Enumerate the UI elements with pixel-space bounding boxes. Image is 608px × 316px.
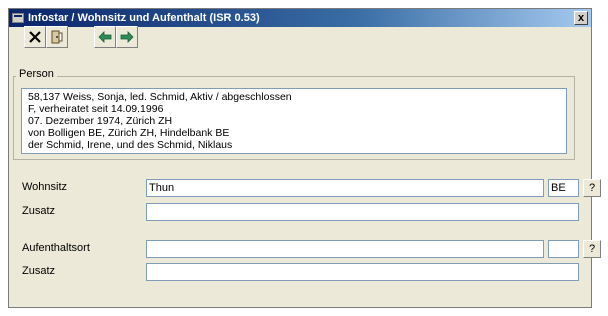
arrow-left-icon xyxy=(98,31,112,43)
person-line: F, verheiratet seit 14.09.1996 xyxy=(28,103,164,115)
window-close-button[interactable]: x xyxy=(574,11,588,25)
zusatz-label: Zusatz xyxy=(22,265,56,277)
app-icon xyxy=(12,13,24,23)
wohnsitz-input[interactable]: Thun xyxy=(146,179,544,197)
exit-door-icon xyxy=(51,30,63,44)
title-bar[interactable]: Infostar / Wohnsitz und Aufenthalt (ISR … xyxy=(9,9,591,27)
next-button[interactable] xyxy=(116,26,138,48)
wohnsitz-label: Wohnsitz xyxy=(22,181,68,193)
previous-button[interactable] xyxy=(94,26,116,48)
aufenthaltsort-label: Aufenthaltsort xyxy=(22,242,90,254)
close-x-icon xyxy=(29,31,41,43)
exit-button[interactable] xyxy=(46,26,68,48)
window-title: Infostar / Wohnsitz und Aufenthalt (ISR … xyxy=(28,12,260,24)
person-line: 07. Dezember 1974, Zürich ZH xyxy=(28,115,173,127)
person-line: 58,137 Weiss, Sonja, led. Schmid, Aktiv … xyxy=(28,91,292,103)
person-line: der Schmid, Irene, und des Schmid, Nikla… xyxy=(28,139,233,151)
wohnsitz-help-button[interactable]: ? xyxy=(583,179,601,197)
person-line: von Bolligen BE, Zürich ZH, Hindelbank B… xyxy=(28,127,230,139)
zusatz-label: Zusatz xyxy=(22,205,56,217)
arrow-right-icon xyxy=(120,31,134,43)
aufenthaltsort-input[interactable] xyxy=(146,240,544,258)
aufenthaltsort-canton-input[interactable] xyxy=(548,240,579,258)
zusatz-aufenthalt-input[interactable] xyxy=(146,263,579,281)
person-details-box: 58,137 Weiss, Sonja, led. Schmid, Aktiv … xyxy=(21,88,567,154)
aufenthaltsort-help-button[interactable]: ? xyxy=(583,240,601,258)
wohnsitz-canton-input[interactable]: BE xyxy=(548,179,579,197)
delete-button[interactable] xyxy=(24,26,46,48)
zusatz-wohnsitz-input[interactable] xyxy=(146,203,579,221)
person-group-label: Person xyxy=(16,68,57,80)
